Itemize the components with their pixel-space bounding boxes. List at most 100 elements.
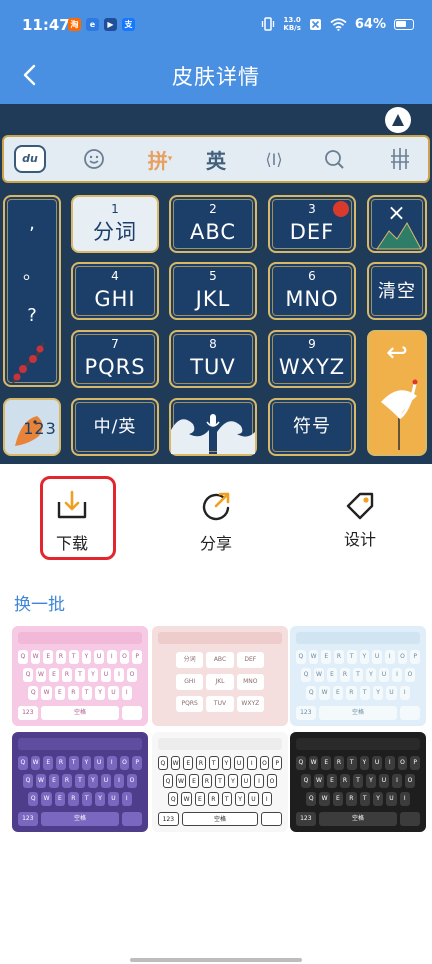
thumbnail-key: R — [340, 668, 350, 682]
red-sun-icon — [333, 201, 349, 217]
skin-thumbnail[interactable]: Q W E R T Y U I O P Q W E R T Y U I O Q W E R T Y U I 123 空格 — [12, 732, 148, 832]
thumbnail-key: W — [30, 756, 41, 770]
thumbnail-key-row: 分词 ABC DEF — [158, 652, 282, 668]
thumbnail-key: R — [62, 774, 72, 788]
thumbnail-key: Q — [296, 756, 306, 770]
thumbnail-key: O — [405, 668, 415, 682]
thumbnail-key: O — [397, 650, 408, 664]
thumbnail-space-row: 123 空格 — [18, 706, 143, 720]
thumbnail-key: R — [68, 792, 79, 806]
skin-thumbnail[interactable]: Q W E R T Y U I O P Q W E R T Y U I O Q W E R T Y U I 123 空格 — [12, 626, 148, 726]
skin-thumbnail[interactable]: Q W E R T Y U I O P Q W E R T Y U I O Q W E R T Y U I 123 空格 — [290, 732, 426, 832]
thumbnail-key: Y — [94, 792, 106, 806]
thumbnail-key: Q — [23, 774, 33, 788]
thumbnail-key-row: QWERTYUI — [158, 792, 282, 806]
status-time: 11:47 — [22, 16, 70, 34]
thumbnail-key: T — [75, 668, 85, 682]
thumbnail-key: E — [49, 774, 59, 788]
thumbnail-key: E — [54, 792, 66, 806]
thumbnail-key: W — [41, 792, 52, 806]
thumbnail-key: W — [36, 668, 46, 682]
skin-thumbnail[interactable]: 分词 ABC DEF GHI JKL MNO PQRS TUV WXYZ — [152, 626, 288, 726]
thumbnail-key: E — [194, 792, 206, 806]
thumbnail-key: I — [392, 774, 402, 788]
thumbnail-key-row: QWERTYUI — [296, 686, 420, 700]
thumbnail-key: GHI — [176, 674, 204, 690]
thumbnail-num-key: 123 — [18, 812, 38, 826]
thumbnail-key-row: QWERTYUIO — [296, 668, 420, 682]
thumbnail-key: E — [183, 756, 194, 770]
key-6: 6 MNO — [268, 262, 356, 320]
thumbnail-key: O — [119, 756, 130, 770]
status-bar: 11:47 淘 e ▶ 支 13.0 KB/s 64% — [0, 0, 432, 52]
thumbnail-enter-key — [122, 706, 143, 720]
thumbnail-key: Q — [306, 792, 317, 806]
thumbnail-key: Y — [81, 650, 92, 664]
thumbnail-key-row: QWERTYUIO — [296, 774, 420, 788]
key-9: 9 WXYZ — [268, 330, 356, 388]
thumbnail-key: W — [314, 774, 324, 788]
thumbnail-key: W — [170, 756, 181, 770]
skin-badge-icon — [385, 107, 411, 133]
no-sim-icon — [309, 18, 321, 30]
thumbnail-key: Y — [221, 756, 232, 770]
thumbnail-key: Y — [88, 668, 98, 682]
home-indicator[interactable] — [130, 958, 302, 962]
thumbnail-key-row: QWERTYUI — [296, 792, 420, 806]
refresh-batch-button[interactable]: 换一批 — [14, 590, 65, 615]
thumbnail-key: R — [56, 650, 66, 664]
thumbnail-key-row: QWERTYUIO — [18, 668, 142, 682]
thumbnail-key: W — [308, 756, 319, 770]
thumbnail-key: I — [392, 668, 402, 682]
skin-thumbnail[interactable]: Q W E R T Y U I O P Q W E R T Y U I O Q W E R T Y U I 123 空格 — [152, 732, 288, 832]
thumbnail-key: E — [327, 774, 337, 788]
thumbnail-key: O — [119, 650, 130, 664]
thumbnail-key: T — [68, 650, 79, 664]
thumbnail-key: T — [346, 650, 357, 664]
thumbnail-key: U — [379, 774, 389, 788]
share-action[interactable]: 分享 — [161, 476, 271, 562]
thumbnail-key: E — [321, 650, 332, 664]
thumbnail-key: I — [246, 756, 257, 770]
thumbnail-key-row: QWERTYUIOP — [158, 756, 283, 770]
share-icon — [202, 492, 230, 521]
thumbnail-key: I — [261, 792, 272, 806]
thumbnail-key: Q — [296, 650, 306, 664]
thumbnail-num-key: 123 — [158, 812, 179, 826]
thumbnail-key: T — [359, 792, 370, 806]
wifi-icon — [330, 17, 347, 31]
design-action[interactable]: 设计 — [305, 476, 415, 562]
thumbnail-key: E — [49, 668, 59, 682]
thumbnail-key: T — [68, 756, 79, 770]
thumbnail-num-key: 123 — [296, 812, 316, 826]
thumbnail-key: Q — [168, 792, 179, 806]
thumbnail-key: U — [372, 756, 382, 770]
enter-key: ↩ — [367, 330, 427, 456]
thumbnail-key: T — [208, 756, 219, 770]
delete-key: × — [367, 195, 427, 253]
skin-thumbnail[interactable]: Q W E R T Y U I O P Q W E R T Y U I O Q W E R T Y U I 123 空格 — [290, 626, 426, 726]
thumbnail-key: U — [372, 650, 382, 664]
battery-percent: 64% — [354, 16, 386, 32]
thumbnail-key: Q — [158, 756, 168, 770]
thumbnail-key: T — [359, 686, 370, 700]
thumbnail-key: I — [114, 668, 124, 682]
thumbnail-key: I — [121, 792, 132, 806]
thumbnail-key: U — [379, 668, 389, 682]
key-4: 4 GHI — [71, 262, 159, 320]
thumbnail-key: W — [30, 650, 41, 664]
thumbnail-space-key: 空格 — [318, 812, 398, 826]
pinyin-toggle: 拼 ▾ — [147, 148, 173, 173]
thumbnail-key: P — [410, 756, 421, 770]
thumbnail-key: O — [259, 756, 270, 770]
key-7: 7 PQRS — [71, 330, 159, 388]
video-app-icon: ▶ — [104, 18, 117, 31]
thumbnail-key-row: QWERTYUIO — [18, 774, 142, 788]
thumbnail-key: TUV — [206, 696, 234, 712]
thumbnail-toolbar — [296, 632, 420, 644]
thumbnail-enter-key — [122, 812, 143, 826]
thumbnail-key: Y — [359, 756, 370, 770]
thumbnail-key: R — [334, 756, 344, 770]
key-1: 1 分词 — [71, 195, 159, 253]
thumbnail-key: W — [176, 774, 186, 788]
